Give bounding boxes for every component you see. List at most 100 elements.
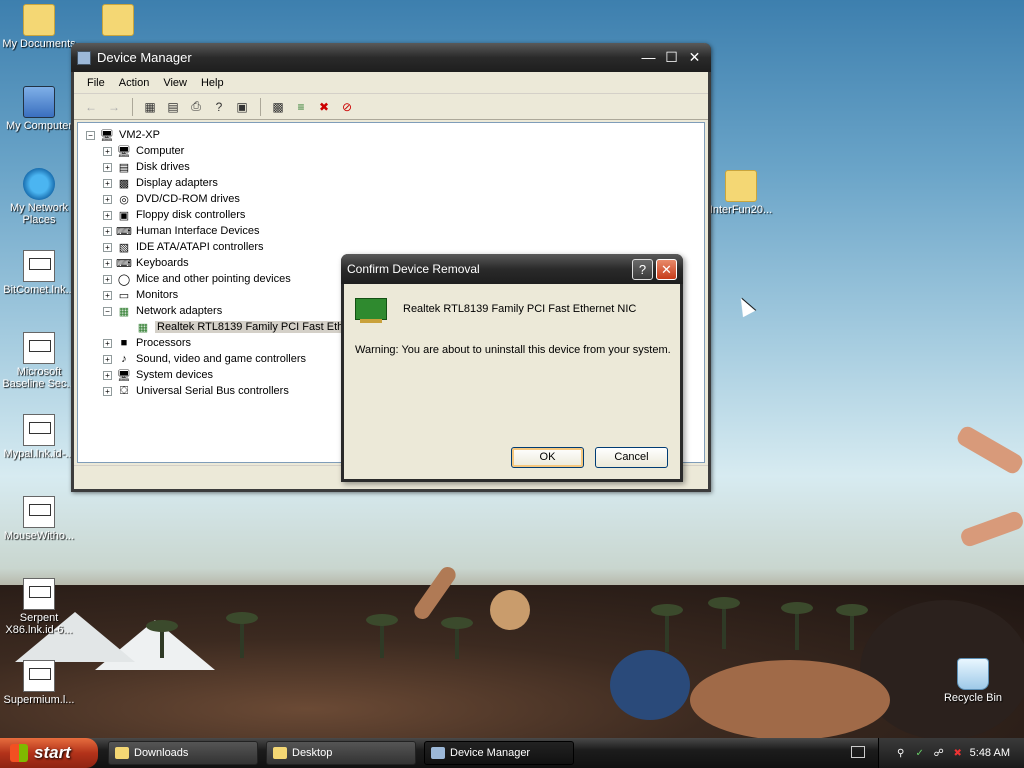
expand-toggle[interactable]: + (103, 338, 112, 348)
keyboard-icon: ⌨ (116, 257, 132, 270)
tree-item-hid[interactable]: + ⌨ Human Interface Devices (86, 223, 704, 239)
expand-toggle[interactable]: + (103, 386, 112, 396)
ok-button[interactable]: OK (511, 447, 584, 468)
display-adapter-icon: ▩ (118, 177, 130, 190)
floppy-icon: ▣ (118, 209, 130, 222)
tree-item-display-adapters[interactable]: + ▩ Display adapters (86, 175, 704, 191)
keyboard-layout-icon[interactable] (851, 746, 865, 758)
expand-toggle[interactable]: + (103, 226, 112, 236)
expand-toggle[interactable]: + (103, 162, 112, 172)
network-places-icon (23, 168, 55, 200)
tree-item-ide[interactable]: + ▧ IDE ATA/ATAPI controllers (86, 239, 704, 255)
desktop-icon-serpent[interactable]: Serpent X86.lnk.id-6... (0, 578, 78, 636)
menu-file[interactable]: File (80, 77, 112, 89)
system-icon: 🖥 (117, 369, 131, 382)
taskbar-item-desktop[interactable]: Desktop (266, 741, 416, 765)
expand-toggle[interactable]: + (103, 274, 112, 284)
safely-remove-icon[interactable]: ✓ (913, 746, 927, 760)
minimize-button[interactable]: — (638, 47, 659, 68)
tree-item-disk-drives[interactable]: + ▤ Disk drives (86, 159, 704, 175)
tree-item-dvd-drives[interactable]: + ◎ DVD/CD-ROM drives (86, 191, 704, 207)
disable-icon[interactable]: ⊘ (336, 97, 358, 117)
shortcut-file-icon (23, 660, 55, 692)
uninstall-icon[interactable]: ✖ (313, 97, 335, 117)
expand-toggle[interactable]: + (103, 194, 112, 204)
toolbar-separator (132, 97, 133, 116)
dialog-warning: Warning: You are about to uninstall this… (355, 344, 671, 356)
taskbar-item-downloads[interactable]: Downloads (108, 741, 258, 765)
nic-icon: ▦ (137, 321, 149, 334)
expand-toggle[interactable]: + (103, 146, 112, 156)
computer-icon: 🖥 (100, 129, 114, 142)
cancel-button[interactable]: Cancel (595, 447, 668, 468)
disk-drive-icon: ▤ (118, 161, 130, 174)
scan-hardware-icon[interactable]: ▩ (267, 97, 289, 117)
shortcut-file-icon (23, 414, 55, 446)
expand-toggle[interactable]: + (103, 258, 112, 268)
security-alert-icon[interactable]: ✖ (951, 746, 965, 760)
start-button[interactable]: start (0, 738, 98, 768)
update-driver-icon[interactable]: ≡ (290, 97, 312, 117)
shortcut-file-icon (23, 332, 55, 364)
wallpaper-palm (226, 612, 258, 658)
windows-logo-icon (10, 744, 28, 762)
wallpaper-person (490, 590, 530, 630)
wallpaper-palm (146, 620, 178, 658)
menu-view[interactable]: View (156, 77, 194, 89)
console-tree-icon[interactable]: ▦ (139, 97, 161, 117)
desktop-icon-supermium[interactable]: Supermium.l... (0, 660, 78, 706)
my-documents-icon (23, 4, 55, 36)
taskbar-item-device-manager[interactable]: Device Manager (424, 741, 574, 765)
mouse-cursor-icon (734, 294, 756, 318)
wallpaper-palm (651, 604, 683, 652)
expand-toggle[interactable]: + (103, 242, 112, 252)
collapse-toggle[interactable]: − (103, 306, 112, 316)
desktop-icon-mypal[interactable]: Mypal.lnk.id-... (0, 414, 78, 460)
device-manager-titlebar[interactable]: Device Manager — ☐ ✕ (71, 43, 711, 72)
maximize-button[interactable]: ☐ (661, 47, 682, 68)
close-button[interactable]: ✕ (684, 47, 705, 68)
desktop-icon-baseline-security[interactable]: Microsoft Baseline Sec... (0, 332, 78, 390)
network-icon[interactable]: ☍ (932, 746, 946, 760)
expand-toggle[interactable]: + (103, 354, 112, 364)
tree-item-floppy[interactable]: + ▣ Floppy disk controllers (86, 207, 704, 223)
desktop-icon-mousewitho[interactable]: MouseWitho... (0, 496, 78, 542)
shortcut-file-icon (23, 578, 55, 610)
desktop-icon-network-places[interactable]: My Network Places (0, 168, 78, 226)
folder-icon (725, 170, 757, 202)
tree-item-computer[interactable]: + 🖥 Computer (86, 143, 704, 159)
desktop-icon-my-computer[interactable]: My Computer (0, 86, 78, 132)
desktop-icon-interfun[interactable]: InterFun20... (702, 170, 780, 216)
confirm-removal-dialog: Confirm Device Removal ? ✕ Realtek RTL81… (341, 254, 683, 482)
expand-toggle[interactable]: + (103, 290, 112, 300)
print-icon[interactable]: ⎙ (185, 97, 207, 117)
dialog-help-button[interactable]: ? (632, 258, 653, 280)
shortcut-file-icon (23, 496, 55, 528)
clock[interactable]: 5:48 AM (970, 747, 1010, 759)
search-icon[interactable]: ⚲ (894, 746, 908, 760)
wallpaper-palm (836, 604, 868, 650)
expand-toggle[interactable]: + (103, 370, 112, 380)
menu-help[interactable]: Help (194, 77, 231, 89)
desktop-icon-my-documents[interactable]: My Documents (0, 4, 78, 50)
wallpaper-palm (781, 602, 813, 650)
folder-icon (115, 747, 129, 759)
tree-root[interactable]: − 🖥 VM2-XP (86, 127, 704, 143)
help-icon[interactable]: ? (208, 97, 230, 117)
back-icon[interactable]: ← (80, 97, 102, 117)
view-icon[interactable]: ▣ (231, 97, 253, 117)
mouse-icon: ◯ (117, 273, 131, 286)
collapse-toggle[interactable]: − (86, 130, 95, 140)
expand-toggle[interactable]: + (103, 178, 112, 188)
desktop-icon-bitcomet[interactable]: BitComet.lnk... (0, 250, 78, 296)
desktop-icon-recycle-bin[interactable]: Recycle Bin (934, 658, 1012, 704)
desktop-icon-folder[interactable] (78, 4, 158, 38)
taskbar: start Downloads Desktop Device Manager ⚲… (0, 738, 1024, 768)
properties-icon[interactable]: ▤ (162, 97, 184, 117)
dialog-titlebar[interactable]: Confirm Device Removal ? ✕ (341, 254, 683, 284)
menu-action[interactable]: Action (112, 77, 157, 89)
dialog-close-button[interactable]: ✕ (656, 258, 677, 280)
forward-icon[interactable]: → (103, 97, 125, 117)
expand-toggle[interactable]: + (103, 210, 112, 220)
folder-icon (102, 4, 134, 36)
